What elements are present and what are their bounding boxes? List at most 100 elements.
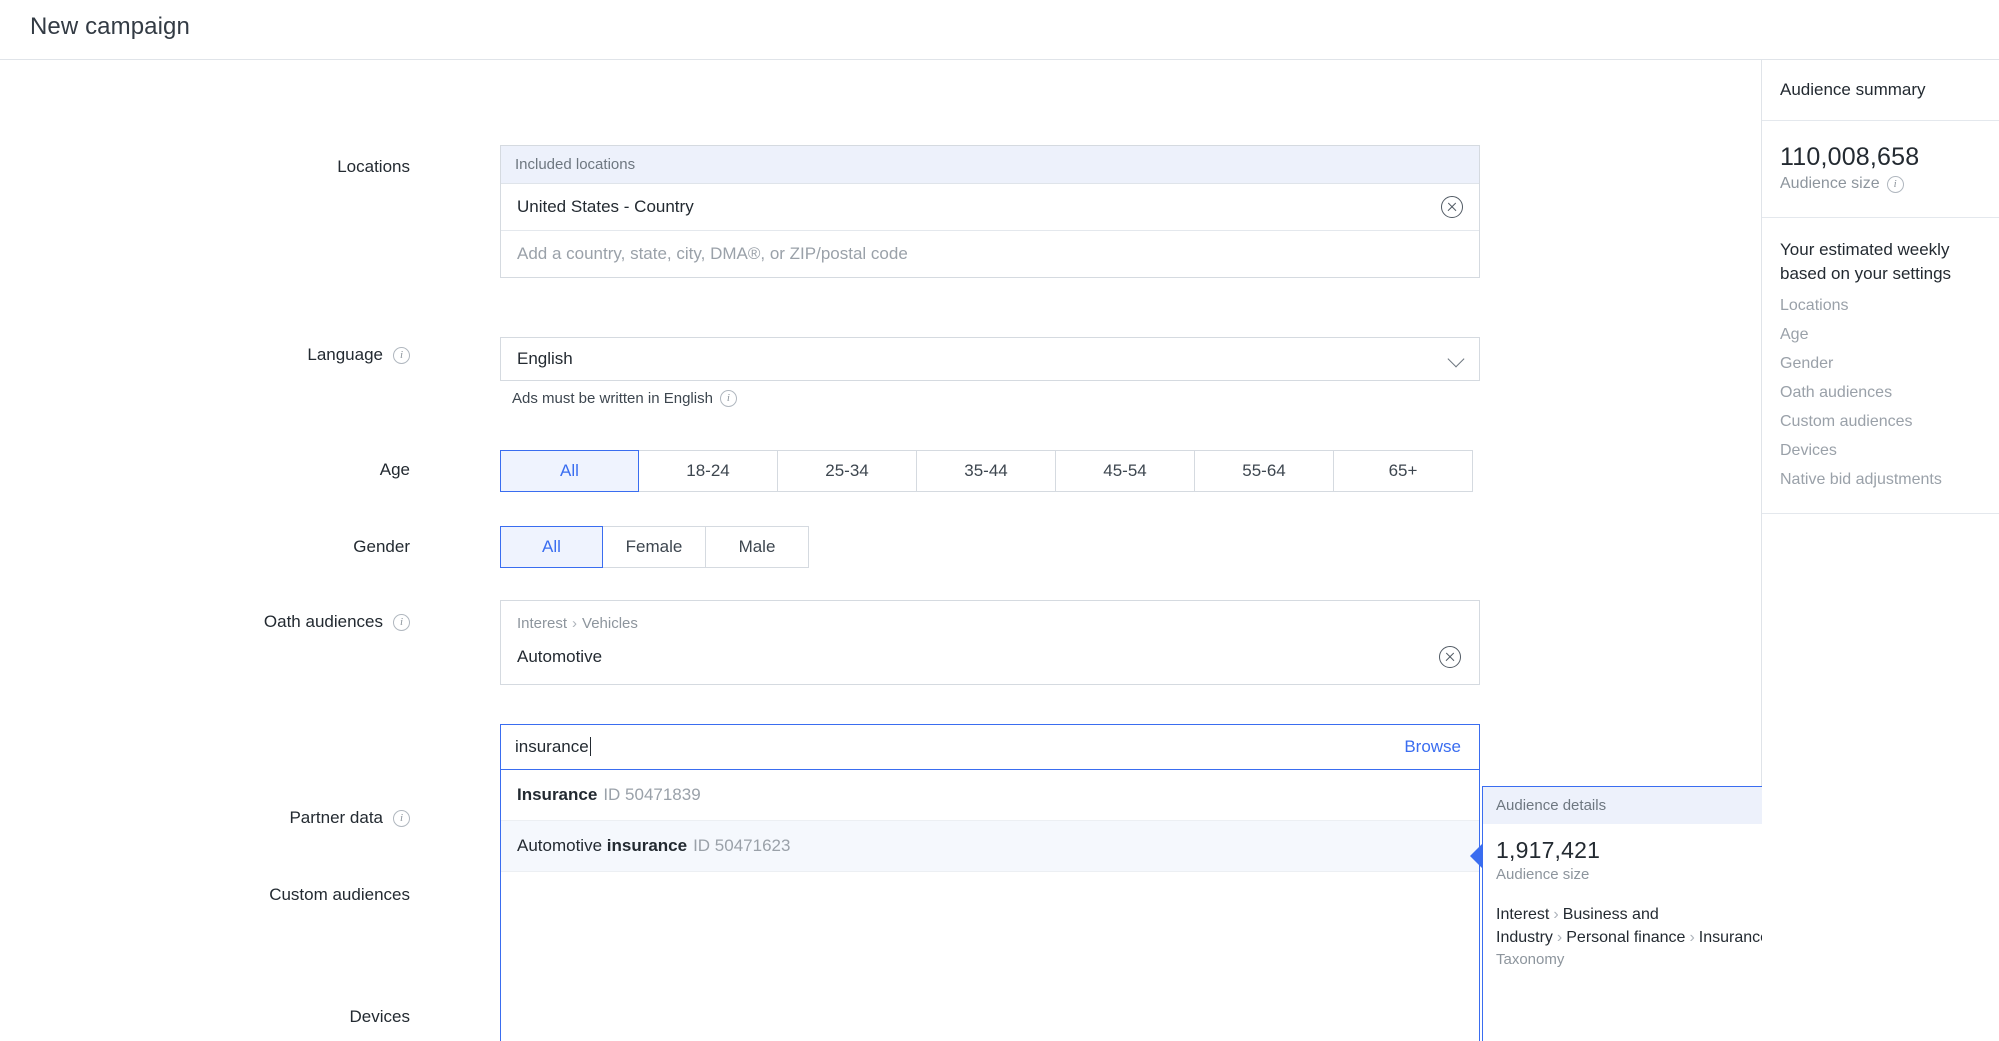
- suggestion-id: ID 50471839: [603, 785, 701, 804]
- language-helper: Ads must be written in English: [512, 390, 1480, 407]
- age-option-65-[interactable]: 65+: [1334, 450, 1473, 492]
- campaign-form: Locations Included locations United Stat…: [0, 60, 1793, 1041]
- custom-audiences-label-text: Custom audiences: [269, 885, 410, 904]
- oath-breadcrumb-leaf: Vehicles: [582, 615, 638, 632]
- info-icon[interactable]: [393, 613, 410, 631]
- location-chip-row: United States - Country: [501, 184, 1479, 231]
- chevron-right-icon: ›: [1553, 906, 1559, 923]
- audience-details-size-label: Audience size: [1496, 866, 1590, 883]
- gender-label: Gender: [200, 537, 410, 557]
- gender-label-text: Gender: [353, 537, 410, 556]
- age-option-all[interactable]: All: [500, 450, 639, 492]
- suggestion-match: insurance: [606, 836, 688, 855]
- gender-option-all[interactable]: All: [500, 526, 603, 568]
- audience-summary-item: Oath audiences: [1780, 383, 1893, 401]
- locations-label: Locations: [200, 157, 410, 177]
- body-area: Locations Included locations United Stat…: [0, 60, 1999, 1041]
- audience-summary-item: Devices: [1780, 441, 1837, 459]
- oath-suggestions-dropdown: Insurance ID 50471839 Automotive insurance…: [500, 770, 1480, 1041]
- page-title: New campaign: [30, 13, 190, 40]
- oath-audiences-panel: Interest › Vehicles Automotive: [500, 600, 1480, 685]
- audience-details-taxonomy-label: Taxonomy: [1496, 951, 1565, 969]
- text-caret: [589, 737, 592, 756]
- suggestion-match: Insurance: [517, 785, 598, 804]
- taxonomy-node: Personal finance: [1566, 929, 1686, 947]
- suggestions-empty-space: [501, 872, 1479, 1041]
- oath-selected-row: Automotive: [501, 632, 1479, 684]
- chevron-down-icon: [1449, 351, 1465, 367]
- audience-summary-size-label: Audience size: [1780, 175, 1880, 192]
- oath-audiences-label-text: Oath audiences: [263, 612, 383, 631]
- suggestion-id: ID 50471623: [693, 836, 791, 855]
- remove-circle-icon[interactable]: [1441, 196, 1463, 218]
- partner-data-label-text: Partner data: [289, 808, 383, 827]
- audience-details-size: 1,917,421: [1496, 837, 1601, 863]
- age-option-45-54[interactable]: 45-54: [1056, 450, 1195, 492]
- popover-arrow-icon: [1470, 843, 1483, 869]
- custom-audiences-label: Custom audiences: [150, 885, 410, 905]
- age-option-35-44[interactable]: 35-44: [917, 450, 1056, 492]
- taxonomy-node: Interest: [1496, 906, 1550, 923]
- audience-summary-item: Native bid adjustments: [1780, 470, 1942, 488]
- chevron-right-icon: ›: [572, 615, 578, 632]
- partner-data-label: Partner data: [190, 808, 410, 828]
- oath-breadcrumb-root: Interest: [517, 615, 568, 632]
- gender-segmented-control: All Female Male: [500, 526, 809, 568]
- audience-summary-item: Gender: [1780, 354, 1834, 372]
- taxonomy-node: Insurance: [1698, 929, 1770, 947]
- audience-summary-panel: Audience summary 110,008,658 Audience si…: [1762, 60, 1999, 1041]
- included-locations-header: Included locations: [501, 146, 1479, 184]
- age-option-55-64[interactable]: 55-64: [1195, 450, 1334, 492]
- age-label: Age: [200, 460, 410, 480]
- chevron-right-icon: ›: [1556, 929, 1563, 947]
- info-icon[interactable]: [393, 346, 410, 364]
- gender-option-female[interactable]: Female: [603, 526, 706, 568]
- estimate-line-2: based on your settings: [1780, 263, 1952, 283]
- age-label-text: Age: [379, 460, 410, 479]
- oath-selected-label: Automotive: [517, 647, 603, 666]
- summary-divider-3: [1762, 512, 1999, 514]
- oath-search-input-value: insurance: [515, 737, 589, 756]
- language-label-text: Language: [307, 345, 383, 364]
- info-icon[interactable]: [719, 390, 737, 407]
- audience-summary-item: Custom audiences: [1780, 412, 1913, 430]
- language-select-value: English: [517, 349, 573, 368]
- language-label: Language: [200, 345, 410, 365]
- chevron-right-icon: ›: [1689, 929, 1695, 947]
- app-header: New campaign: [0, 0, 1999, 60]
- age-option-18-24[interactable]: 18-24: [639, 450, 778, 492]
- audience-details-body: 1,917,421 Audience size Interest › Busines…: [1483, 824, 1792, 968]
- language-field: English Ads must be written in English: [500, 337, 1480, 407]
- devices-label-text: Devices: [349, 1007, 410, 1026]
- remove-circle-icon[interactable]: [1439, 646, 1461, 668]
- oath-breadcrumb: Interest › Vehicles: [501, 601, 1479, 632]
- language-select[interactable]: English: [500, 337, 1480, 381]
- devices-label: Devices: [190, 1007, 410, 1027]
- audience-summary-item: Age: [1780, 325, 1809, 343]
- info-icon[interactable]: [1886, 175, 1904, 193]
- audience-details-popover: Audience details 1,917,421 Audience size…: [1470, 786, 1793, 1041]
- locations-label-text: Locations: [337, 157, 410, 176]
- gender-option-male[interactable]: Male: [706, 526, 809, 568]
- location-search-input[interactable]: [501, 231, 1479, 277]
- language-helper-text: Ads must be written in English: [512, 390, 713, 407]
- locations-panel: Included locations United States - Count…: [500, 145, 1480, 278]
- estimate-line-1: Your estimated weekly: [1780, 240, 1950, 259]
- audience-summary-size: 110,008,658: [1780, 143, 1920, 171]
- info-icon[interactable]: [393, 809, 410, 827]
- audience-summary-item: Locations: [1780, 296, 1849, 314]
- audience-details-taxonomy: Interest › Business and Industry › Personal …: [1496, 903, 1779, 949]
- oath-search-input[interactable]: insurance: [515, 737, 1404, 757]
- oath-search-field[interactable]: insurance Browse: [500, 724, 1480, 770]
- audience-details-header: Audience details: [1483, 787, 1792, 824]
- suggestion-item[interactable]: Automotive insurance ID 50471623: [501, 821, 1479, 872]
- audience-summary-title: Audience summary: [1780, 80, 1926, 99]
- audience-summary-size-label-row: Audience size: [1762, 172, 1999, 193]
- suggestion-item[interactable]: Insurance ID 50471839: [501, 770, 1479, 821]
- audience-summary-item-list: Locations Age Gender Oath audiences Custom a…: [1762, 286, 1999, 489]
- age-segmented-control: All 18-24 25-34 35-44 45-54 55-64 65+: [500, 450, 1473, 492]
- age-option-25-34[interactable]: 25-34: [778, 450, 917, 492]
- browse-link[interactable]: Browse: [1404, 737, 1461, 757]
- location-chip-label: United States - Country: [517, 197, 694, 216]
- oath-audiences-label: Oath audiences: [190, 612, 410, 632]
